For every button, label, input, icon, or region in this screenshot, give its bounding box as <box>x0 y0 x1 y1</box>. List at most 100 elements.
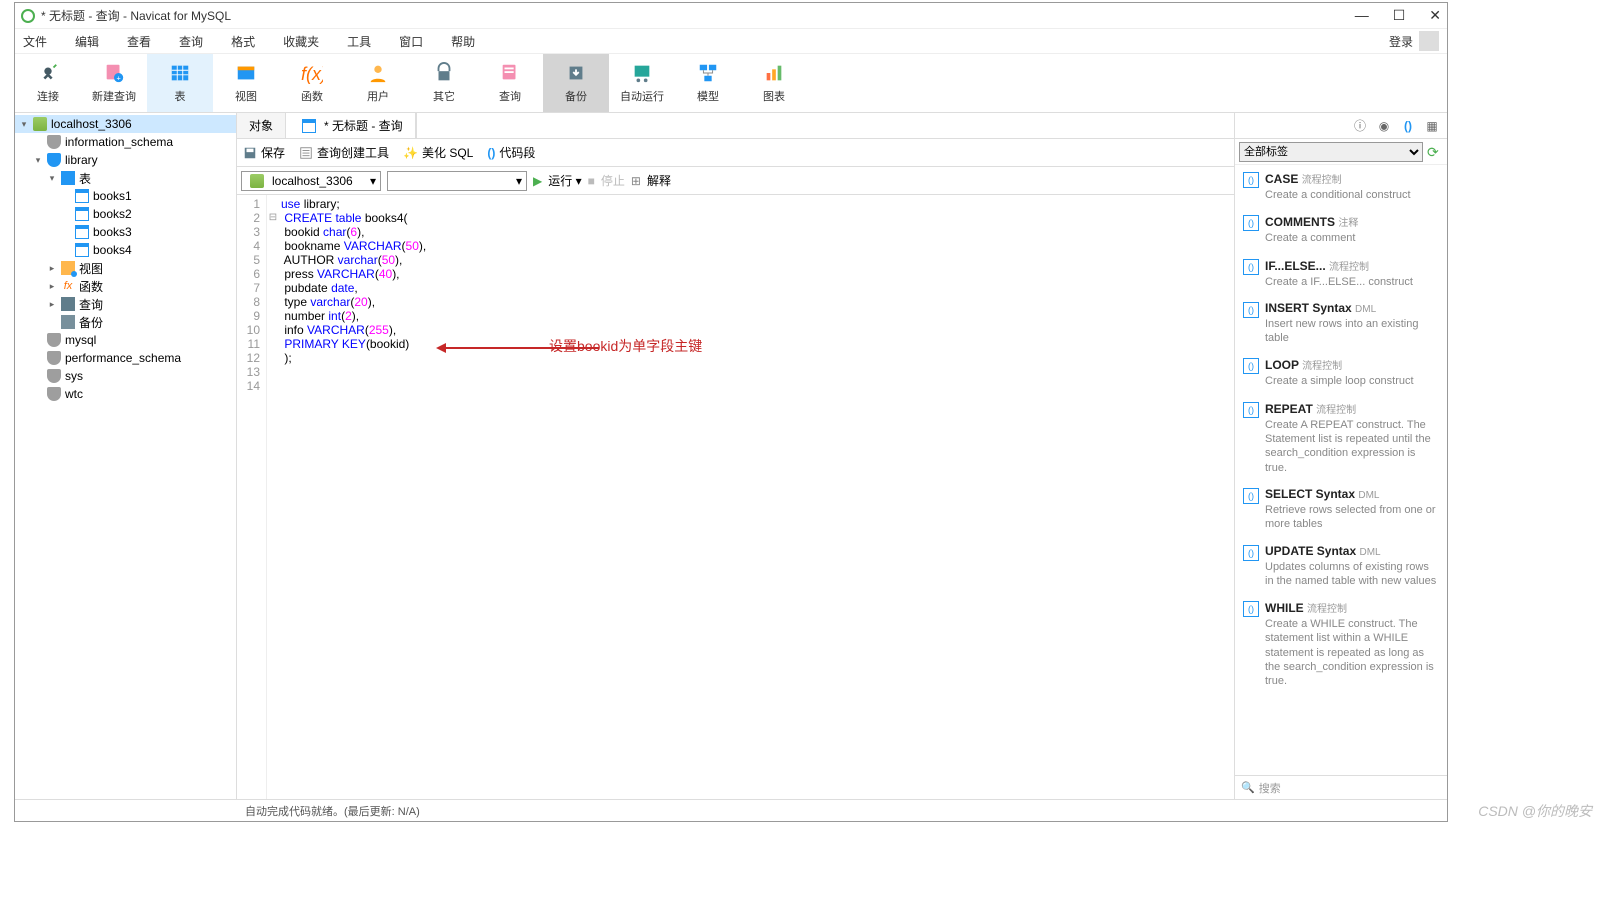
tree-db-wtc[interactable]: wtc <box>15 385 236 403</box>
brackets-icon[interactable]: () <box>1401 119 1415 133</box>
connection-select[interactable]: localhost_3306 ▾ <box>241 171 381 191</box>
toolbar-view[interactable]: 视图 <box>213 54 279 112</box>
caret-icon[interactable]: ▸ <box>47 299 57 310</box>
snippet-item[interactable]: ()LOOP 流程控制Create a simple loop construc… <box>1235 351 1447 394</box>
login-link[interactable]: 登录 <box>1389 33 1413 50</box>
tree-backup[interactable]: 备份 <box>15 313 236 331</box>
search-placeholder[interactable]: 搜索 <box>1259 780 1281 796</box>
tree-functions[interactable]: ▸fx函数 <box>15 277 236 295</box>
menu-window[interactable]: 窗口 <box>399 33 423 50</box>
tree-connection[interactable]: ▾localhost_3306 <box>15 115 236 133</box>
snippet-item[interactable]: ()UPDATE Syntax DMLUpdates columns of ex… <box>1235 538 1447 595</box>
tree-icon <box>61 171 75 185</box>
run-button[interactable]: 运行 ▾ <box>548 172 581 189</box>
db-select[interactable]: ▾ <box>387 171 527 191</box>
snippet-item[interactable]: ()WHILE 流程控制Create a WHILE construct. Th… <box>1235 594 1447 694</box>
tree-tables[interactable]: ▾表 <box>15 169 236 187</box>
snippet-item[interactable]: ()REPEAT 流程控制Create A REPEAT construct. … <box>1235 395 1447 481</box>
snippet-item[interactable]: ()INSERT Syntax DMLInsert new rows into … <box>1235 295 1447 352</box>
tree-icon <box>47 369 61 383</box>
refresh-icon[interactable]: ⟳ <box>1427 144 1443 160</box>
tree-db[interactable]: information_schema <box>15 133 236 151</box>
snippet-icon: () <box>1243 545 1259 561</box>
tab-query[interactable]: * 无标题 - 查询 <box>286 113 416 138</box>
search-icon: 🔍 <box>1241 781 1255 794</box>
save-icon <box>243 146 257 160</box>
tree-icon <box>61 297 75 311</box>
tree-db-sys[interactable]: sys <box>15 367 236 385</box>
tree-icon <box>75 189 89 203</box>
menu-query[interactable]: 查询 <box>179 33 203 50</box>
toolbar-new-query[interactable]: +新建查询 <box>81 54 147 112</box>
tree-queries[interactable]: ▸查询 <box>15 295 236 313</box>
caret-icon[interactable]: ▾ <box>47 173 57 184</box>
query-builder-button[interactable]: 查询创建工具 <box>299 144 389 161</box>
caret-icon[interactable]: ▸ <box>47 281 57 292</box>
nav-tree[interactable]: ▾localhost_3306information_schema▾librar… <box>15 113 237 799</box>
tree-icon <box>47 153 61 167</box>
code-line: number int(2), <box>281 309 1230 323</box>
explain-button[interactable]: 解释 <box>647 172 671 189</box>
snippet-button[interactable]: () 代码段 <box>487 144 535 161</box>
snippet-icon: () <box>1243 259 1259 275</box>
tab-objects[interactable]: 对象 <box>237 113 286 138</box>
tree-table-books4[interactable]: books4 <box>15 241 236 259</box>
caret-icon[interactable]: ▾ <box>19 119 29 130</box>
avatar-icon[interactable] <box>1419 31 1439 51</box>
minimize-button[interactable]: — <box>1355 7 1369 24</box>
caret-icon[interactable]: ▸ <box>47 263 57 274</box>
tree-table-books3[interactable]: books3 <box>15 223 236 241</box>
menu-view[interactable]: 查看 <box>127 33 151 50</box>
save-button[interactable]: 保存 <box>243 144 285 161</box>
grid-icon[interactable]: ▦ <box>1425 119 1439 133</box>
code-line: pubdate date, <box>281 281 1230 295</box>
eye-icon[interactable]: ◉ <box>1377 119 1391 133</box>
toolbar-autorun[interactable]: 自动运行 <box>609 54 675 112</box>
tag-filter[interactable]: 全部标签 <box>1239 142 1423 162</box>
snippet-list[interactable]: ()CASE 流程控制Create a conditional construc… <box>1235 165 1447 775</box>
tree-table-books2[interactable]: books2 <box>15 205 236 223</box>
annotation-text: 设置bookid为单字段主键 <box>549 339 702 353</box>
tab-label: * 无标题 - 查询 <box>324 117 403 134</box>
tree-db-performance_schema[interactable]: performance_schema <box>15 349 236 367</box>
toolbar-backup[interactable]: 备份 <box>543 54 609 112</box>
snippet-item[interactable]: ()IF...ELSE... 流程控制Create a IF...ELSE...… <box>1235 252 1447 295</box>
snippet-icon: () <box>487 146 495 160</box>
toolbar-query[interactable]: 查询 <box>477 54 543 112</box>
sql-editor[interactable]: 1234567891011121314 ⊟ use library; CREAT… <box>237 195 1234 799</box>
menu-help[interactable]: 帮助 <box>451 33 475 50</box>
toolbar-other[interactable]: 其它 <box>411 54 477 112</box>
code-line: bookid char(6), <box>281 225 1230 239</box>
toolbar-chart[interactable]: 图表 <box>741 54 807 112</box>
toolbar-connect[interactable]: 连接 <box>15 54 81 112</box>
menu-fav[interactable]: 收藏夹 <box>283 33 319 50</box>
tree-icon <box>47 387 61 401</box>
fold-gutter[interactable]: ⊟ <box>267 195 279 799</box>
toolbar-function[interactable]: f(x)函数 <box>279 54 345 112</box>
snippet-item[interactable]: ()COMMENTS 注释Create a comment <box>1235 208 1447 251</box>
menu-edit[interactable]: 编辑 <box>75 33 99 50</box>
snippet-item[interactable]: ()CASE 流程控制Create a conditional construc… <box>1235 165 1447 208</box>
chart-icon <box>763 62 785 84</box>
tree-db-library[interactable]: ▾library <box>15 151 236 169</box>
menu-file[interactable]: 文件 <box>23 33 47 50</box>
toolbar-table[interactable]: 表 <box>147 54 213 112</box>
close-button[interactable]: ✕ <box>1429 7 1441 24</box>
toolbar-model[interactable]: 模型 <box>675 54 741 112</box>
tree-db-mysql[interactable]: mysql <box>15 331 236 349</box>
snippet-item[interactable]: ()SELECT Syntax DMLRetrieve rows selecte… <box>1235 481 1447 538</box>
menu-tools[interactable]: 工具 <box>347 33 371 50</box>
beautify-button[interactable]: ✨ 美化 SQL <box>403 144 473 161</box>
tree-views[interactable]: ▸视图 <box>15 259 236 277</box>
query-icon <box>302 119 316 133</box>
tree-table-books1[interactable]: books1 <box>15 187 236 205</box>
maximize-button[interactable]: ☐ <box>1393 7 1406 24</box>
editor-tabs: 对象 * 无标题 - 查询 <box>237 113 416 139</box>
menu-format[interactable]: 格式 <box>231 33 255 50</box>
info-icon[interactable]: ⓘ <box>1353 119 1367 133</box>
code-area[interactable]: use library; CREATE table books4( bookid… <box>279 195 1234 799</box>
tree-icon <box>47 351 61 365</box>
caret-icon[interactable]: ▾ <box>33 155 43 166</box>
toolbar-user[interactable]: 用户 <box>345 54 411 112</box>
snippet-icon: () <box>1243 172 1259 188</box>
